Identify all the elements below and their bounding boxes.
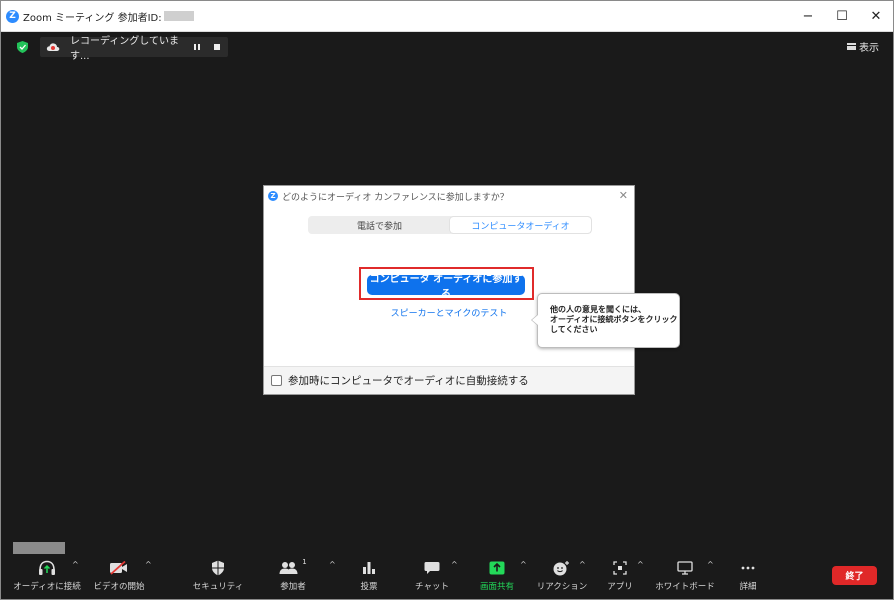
tooltip-line: 他の人の意見を聞くには、 [550,305,646,314]
zoom-window: Z Zoom ミーティング 参加者ID: − ☐ ✕ レコーディングしています.… [0,0,894,600]
grid-view-icon [847,43,856,50]
join-audio-button[interactable]: オーディオに接続 [13,558,81,596]
share-options-caret-icon[interactable]: ^ [520,560,527,569]
self-video-thumbnail[interactable] [13,542,65,554]
zoom-logo-icon: Z [268,191,278,201]
close-button[interactable]: ✕ [859,1,893,31]
recording-status-text: レコーディングしています... [70,36,179,62]
share-screen-button[interactable]: 画面共有 [477,558,517,596]
recording-indicator: レコーディングしています... [40,36,228,62]
participant-count: 1 [302,558,307,566]
end-meeting-button[interactable]: 終了 [832,566,877,585]
chat-button[interactable]: チャット [415,558,449,596]
meeting-toolbar: オーディオに接続 ^ ビデオの開始 ^ セキュリティ 1 参加者 ^ 投票 チャ… [1,554,893,599]
shield-icon [212,560,224,576]
window-controls: − ☐ ✕ [791,1,893,31]
participants-button[interactable]: 1 参加者 [273,558,313,596]
toolbar-label: ビデオの開始 [93,582,145,592]
chat-options-caret-icon[interactable]: ^ [451,560,458,569]
toolbar-label: アプリ [607,582,633,592]
audio-tabs: 電話で参加 コンピュータオーディオ [308,216,592,234]
security-button[interactable]: セキュリティ [192,558,244,596]
start-video-button[interactable]: ビデオの開始 [93,558,145,596]
window-title: Zoom ミーティング 参加者ID: [23,12,162,24]
participants-icon [279,562,298,574]
poll-icon [363,562,375,574]
auto-connect-checkbox[interactable] [271,375,282,386]
join-audio-dialog: Z どのようにオーディオ カンファレンスに参加しますか？ ✕ 電話で参加 コンピ… [263,185,635,395]
whiteboard-icon [677,561,693,575]
headphone-icon [39,560,55,575]
whiteboard-options-caret-icon[interactable]: ^ [707,560,714,569]
toolbar-label: オーディオに接続 [13,582,81,592]
tooltip-line: オーディオに接続ボタンをクリック [550,315,678,324]
toolbar-label: 参加者 [280,582,306,592]
toolbar-label: リアクション [536,582,588,592]
apps-icon [613,561,627,575]
pause-recording-button[interactable] [192,42,202,52]
video-off-icon [110,561,127,575]
tooltip-text: 他の人の意見を聞くには、 オーディオに接続ボタンをクリック してください [550,305,677,335]
participants-options-caret-icon[interactable]: ^ [329,560,336,569]
tooltip-line: してください [550,325,598,334]
toolbar-label: 画面共有 [479,582,514,592]
view-label: 表示 [859,43,879,54]
maximize-button[interactable]: ☐ [825,1,859,31]
apps-button[interactable]: アプリ [605,558,635,596]
dialog-title-bar: Z どのようにオーディオ カンファレンスに参加しますか？ ✕ [264,186,634,206]
auto-connect-label[interactable]: 参加時にコンピュータでオーディオに自動接続する [288,373,529,388]
more-icon [741,566,755,570]
dialog-footer: 参加時にコンピュータでオーディオに自動接続する [264,366,634,394]
whiteboard-button[interactable]: ホワイトボード [655,558,715,596]
poll-button[interactable]: 投票 [355,558,383,596]
chat-icon [424,562,440,574]
title-bar: Z Zoom ミーティング 参加者ID: − ☐ ✕ [1,1,893,32]
reaction-icon [553,561,569,576]
apps-options-caret-icon[interactable]: ^ [637,560,644,569]
tab-phone-call[interactable]: 電話で参加 [309,217,450,233]
zoom-logo-icon: Z [6,9,19,23]
meeting-id-redacted [163,11,194,21]
audio-hint-tooltip: 他の人の意見を聞くには、 オーディオに接続ボタンをクリック してください [531,293,680,348]
video-options-caret-icon[interactable]: ^ [145,560,152,569]
encryption-shield-icon[interactable] [17,41,28,53]
reaction-options-caret-icon[interactable]: ^ [579,560,586,569]
audio-options-caret-icon[interactable]: ^ [72,560,79,569]
tab-computer-audio[interactable]: コンピュータオーディオ [450,217,591,233]
more-button[interactable]: 詳細 [735,558,761,596]
toolbar-label: チャット [415,582,449,592]
share-screen-icon [489,561,505,575]
toolbar-label: 詳細 [739,582,757,592]
stop-recording-button[interactable] [214,44,220,50]
toolbar-label: ホワイトボード [655,582,715,592]
cloud-record-icon [46,43,60,51]
minimize-button[interactable]: − [791,1,825,31]
toolbar-label: セキュリティ [192,582,244,592]
join-computer-audio-button[interactable]: コンピュータ オーディオに参加する [367,274,525,300]
dialog-title: どのようにオーディオ カンファレンスに参加しますか？ [282,192,509,203]
view-button[interactable]: 表示 [847,39,879,54]
dialog-close-icon[interactable]: ✕ [619,189,628,202]
toolbar-label: 投票 [360,582,378,592]
